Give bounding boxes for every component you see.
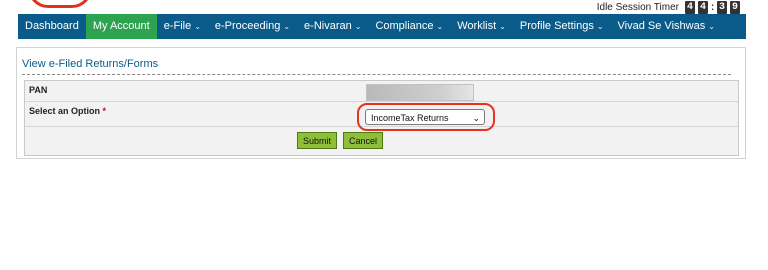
option-select[interactable]: IncomeTax Returns ⌄ [365,109,485,125]
nav-e-file[interactable]: e-File ⌄ [157,14,208,39]
cancel-button[interactable]: Cancel [343,132,384,149]
idle-session-timer: Idle Session Timer 4 4 : 3 9 [597,0,740,14]
nav-label: Worklist [457,20,497,32]
chevron-down-icon: ⌄ [283,22,291,31]
nav-label: Compliance [375,20,434,32]
pan-label: PAN [29,85,48,95]
main-nav-bar: Dashboard My Account e-File ⌄ e-Proceedin… [18,14,746,39]
nav-label: e-File [163,20,192,32]
title-divider [22,74,731,75]
actions-row: Submit Cancel [25,127,738,155]
option-label: Select an Option * [29,106,106,116]
option-row: Select an Option * IncomeTax Returns ⌄ [25,102,738,131]
nav-profile-settings[interactable]: Profile Settings ⌄ [513,14,611,39]
nav-label: Vivad Se Vishwas [617,20,706,32]
chevron-down-icon: ⌄ [596,22,604,31]
submit-button[interactable]: Submit [297,132,338,149]
nav-label: e-Proceeding [214,20,281,32]
required-marker: * [102,106,107,116]
nav-e-nivaran[interactable]: e-Nivaran ⌄ [297,14,368,39]
chevron-down-icon: ⌄ [436,22,444,31]
timer-digit: 3 [717,0,727,14]
timer-digit: 4 [698,0,708,14]
chevron-down-icon: ⌄ [472,113,480,123]
nav-dashboard[interactable]: Dashboard [18,14,86,39]
timer-separator: : [711,1,715,13]
nav-vivad-se-vishwas[interactable]: Vivad Se Vishwas ⌄ [611,14,722,39]
department-logo [28,0,92,8]
chevron-down-icon: ⌄ [194,22,201,31]
view-returns-panel: View e-Filed Returns/Forms PAN Select an… [16,47,746,159]
timer-digit: 9 [730,0,740,14]
nav-e-proceeding[interactable]: e-Proceeding ⌄ [208,14,297,39]
nav-my-account[interactable]: My Account [85,14,157,39]
form-table: PAN Select an Option * IncomeTax Returns… [24,80,739,156]
pan-row: PAN [25,81,738,102]
nav-label: Dashboard [25,20,79,32]
chevron-down-icon: ⌄ [708,22,715,31]
option-select-value: IncomeTax Returns [371,113,449,123]
nav-label: Profile Settings [519,20,594,32]
nav-compliance[interactable]: Compliance ⌄ [368,14,450,39]
option-label-text: Select an Option [29,106,101,116]
timer-digit: 4 [685,0,695,14]
pan-value-masked [366,84,474,101]
chevron-down-icon: ⌄ [499,22,506,31]
nav-label: e-Nivaran [304,20,352,32]
top-strip: Idle Session Timer 4 4 : 3 9 [0,0,768,14]
nav-worklist[interactable]: Worklist ⌄ [450,14,513,39]
panel-title: View e-Filed Returns/Forms [22,58,159,70]
idle-timer-label: Idle Session Timer [596,1,679,13]
nav-label: My Account [92,20,150,32]
chevron-down-icon: ⌄ [354,22,362,31]
